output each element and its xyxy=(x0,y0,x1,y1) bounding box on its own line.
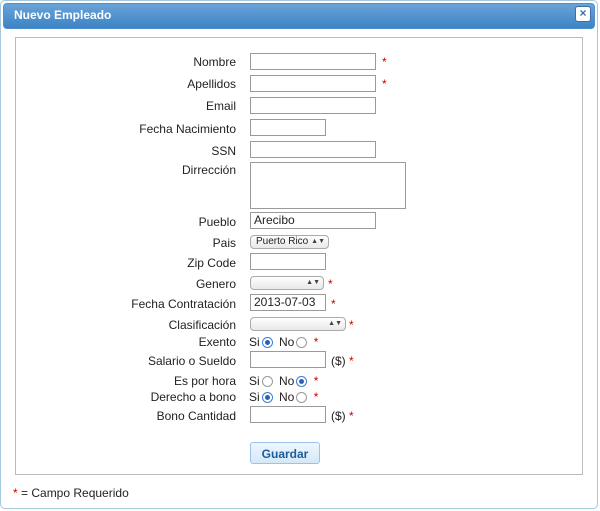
genero-label: Genero xyxy=(195,277,236,291)
chevron-updown-icon: ▲▼ xyxy=(306,279,320,286)
bono-cantidad-label: Bono Cantidad xyxy=(156,409,236,423)
zip-label: Zip Code xyxy=(187,256,236,270)
por-hora-radio-group: Si No * xyxy=(249,374,318,388)
por-hora-si-label: Si xyxy=(249,374,260,388)
required-mark: * xyxy=(349,354,354,368)
required-mark: * xyxy=(349,318,354,332)
clasificacion-select[interactable]: ▲▼ xyxy=(250,317,346,331)
required-legend: * = Campo Requerido xyxy=(13,486,129,500)
zip-input[interactable] xyxy=(250,253,326,270)
guardar-button[interactable]: Guardar xyxy=(250,442,320,464)
fecha-nacimiento-input[interactable] xyxy=(250,119,326,136)
por-hora-no-radio[interactable] xyxy=(296,376,308,387)
direccion-label: Dirrección xyxy=(181,163,236,177)
dialog-titlebar[interactable]: Nuevo Empleado × xyxy=(3,3,595,29)
nombre-input[interactable] xyxy=(250,53,376,70)
new-employee-dialog: Nuevo Empleado × Nombre * Apellidos * Em… xyxy=(0,0,598,509)
fecha-contratacion-label: Fecha Contratación xyxy=(131,297,236,311)
exento-no-label: No xyxy=(279,335,295,349)
pais-select-value: Puerto Rico xyxy=(256,236,309,247)
chevron-updown-icon: ▲▼ xyxy=(328,320,342,327)
fecha-nacimiento-label: Fecha Nacimiento xyxy=(139,122,236,136)
email-label: Email xyxy=(205,99,236,113)
required-mark: * xyxy=(331,297,336,311)
required-mark: * xyxy=(349,409,354,423)
derecho-bono-si-radio[interactable] xyxy=(261,392,273,403)
ssn-input[interactable] xyxy=(250,141,376,158)
exento-label: Exento xyxy=(198,335,236,349)
required-mark: * xyxy=(328,277,333,291)
derecho-bono-radio-group: Si No * xyxy=(249,390,318,404)
por-hora-si-radio[interactable] xyxy=(261,376,273,387)
required-mark: * xyxy=(313,374,319,388)
email-input[interactable] xyxy=(250,97,376,114)
derecho-bono-label: Derecho a bono xyxy=(150,390,236,404)
pueblo-input[interactable]: Arecibo xyxy=(250,212,376,229)
required-mark: * xyxy=(382,77,387,91)
bono-cantidad-input[interactable] xyxy=(250,406,326,423)
fecha-contratacion-input[interactable]: 2013-07-03 xyxy=(250,294,326,311)
salario-unit: ($) xyxy=(331,354,346,368)
derecho-bono-no-radio[interactable] xyxy=(296,392,308,403)
pais-select[interactable]: Puerto Rico ▲▼ xyxy=(250,235,329,249)
dialog-title: Nuevo Empleado xyxy=(14,8,112,22)
salario-input[interactable] xyxy=(250,351,326,368)
derecho-bono-si-label: Si xyxy=(249,390,260,404)
pueblo-label: Pueblo xyxy=(198,215,236,229)
required-mark: * xyxy=(313,335,319,349)
exento-si-radio[interactable] xyxy=(261,337,273,348)
chevron-updown-icon: ▲▼ xyxy=(311,238,325,245)
por-hora-label: Es por hora xyxy=(173,374,236,388)
direccion-textarea[interactable] xyxy=(250,162,406,209)
close-icon[interactable]: × xyxy=(575,6,591,22)
exento-radio-group: Si No * xyxy=(249,335,318,349)
por-hora-no-label: No xyxy=(279,374,295,388)
salario-label: Salario o Sueldo xyxy=(147,354,236,368)
clasificacion-label: Clasificación xyxy=(168,318,236,332)
required-mark: * xyxy=(382,55,387,69)
bono-cantidad-unit: ($) xyxy=(331,409,346,423)
exento-si-label: Si xyxy=(249,335,260,349)
required-mark: * xyxy=(313,390,319,404)
derecho-bono-no-label: No xyxy=(279,390,295,404)
apellidos-input[interactable] xyxy=(250,75,376,92)
pais-label: Pais xyxy=(212,236,236,250)
apellidos-label: Apellidos xyxy=(187,77,236,91)
genero-select[interactable]: ▲▼ xyxy=(250,276,324,290)
exento-no-radio[interactable] xyxy=(296,337,308,348)
nombre-label: Nombre xyxy=(193,55,236,69)
ssn-label: SSN xyxy=(211,144,236,158)
required-legend-text: = Campo Requerido xyxy=(17,486,129,500)
